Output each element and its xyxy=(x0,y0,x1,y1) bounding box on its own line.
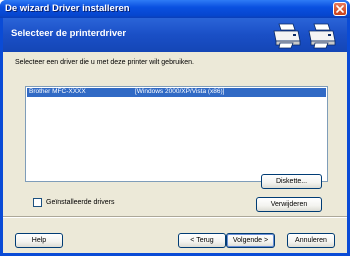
divider xyxy=(3,216,347,218)
back-button[interactable]: < Terug xyxy=(178,233,226,248)
cancel-button[interactable]: Annuleren xyxy=(287,233,335,248)
close-icon xyxy=(336,5,344,13)
window-title: De wizard Driver installeren xyxy=(5,3,130,14)
wizard-window: De wizard Driver installeren Selecteer d… xyxy=(0,0,350,256)
driver-name: Brother MFC-XXXX xyxy=(29,88,86,95)
remove-button[interactable]: Verwijderen xyxy=(256,197,322,212)
title-bar[interactable]: De wizard Driver installeren xyxy=(0,0,350,18)
driver-list[interactable]: Brother MFC-XXXX [Windows 2000/XP/Vista … xyxy=(25,86,328,182)
driver-platform: [Windows 2000/XP/Vista (x86)] xyxy=(135,88,225,95)
help-button[interactable]: Help xyxy=(15,233,63,248)
close-button[interactable] xyxy=(333,2,347,16)
instruction-text: Selecteer een driver die u met deze prin… xyxy=(15,59,194,66)
list-item[interactable]: Brother MFC-XXXX [Windows 2000/XP/Vista … xyxy=(27,88,326,97)
dialog-body: Selecteer de printerdriver Selecteer een… xyxy=(3,18,347,253)
installed-drivers-checkbox[interactable] xyxy=(33,198,42,207)
printer-icon xyxy=(308,23,336,49)
printer-icon xyxy=(273,23,301,49)
disk-button[interactable]: Diskette... xyxy=(261,174,322,189)
page-title: Selecteer de printerdriver xyxy=(11,28,127,39)
header-banner: Selecteer de printerdriver xyxy=(3,18,347,52)
next-button[interactable]: Volgende > xyxy=(226,233,275,248)
installed-drivers-label[interactable]: Geïnstalleerde drivers xyxy=(46,199,114,206)
